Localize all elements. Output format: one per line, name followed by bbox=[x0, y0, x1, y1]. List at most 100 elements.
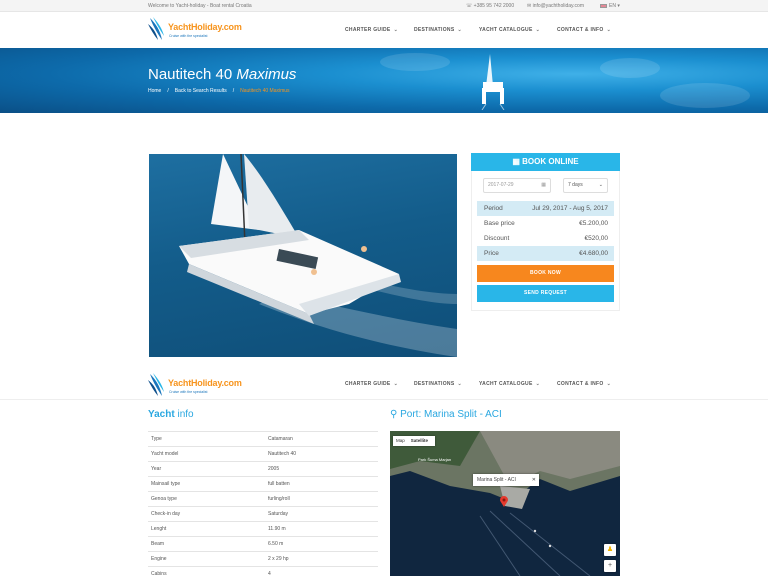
nav-label: YACHT CATALOGUE bbox=[479, 27, 533, 33]
row-label: Discount bbox=[484, 235, 510, 242]
discount-row: Discount €520,00 bbox=[477, 231, 614, 246]
top-bar: Welcome to Yacht-holiday - Boat rental C… bbox=[0, 0, 768, 12]
language-selector[interactable]: EN ▾ bbox=[600, 3, 620, 9]
satellite-button[interactable]: Satellite bbox=[408, 436, 431, 446]
chevron-down-icon: ⌄ bbox=[535, 381, 541, 387]
cell-key: Lenght bbox=[151, 526, 167, 532]
nav-contact-info[interactable]: CONTACT & INFO ⌄ bbox=[557, 27, 611, 33]
page-title: Nautitech 40 Maximus bbox=[148, 66, 296, 83]
breadcrumb-home[interactable]: Home bbox=[148, 88, 161, 94]
phone-icon: ☏ bbox=[466, 3, 474, 9]
yacht-photo[interactable] bbox=[149, 154, 457, 357]
catamaran-photo-illustration bbox=[179, 154, 457, 357]
wing-logo-icon bbox=[148, 373, 164, 396]
chevron-down-icon: ⌄ bbox=[606, 27, 612, 33]
cell-value: 2 x 29 hp bbox=[268, 556, 289, 562]
brand-name: YachtHoliday.com bbox=[168, 22, 242, 32]
chevron-down-icon: ⌄ bbox=[393, 381, 399, 387]
nav-label: YACHT CATALOGUE bbox=[479, 381, 533, 387]
cell-key: Genoa type bbox=[151, 496, 177, 502]
row-label: Base price bbox=[484, 220, 515, 227]
chevron-down-icon: ⌄ bbox=[598, 182, 603, 188]
row-label: Price bbox=[484, 250, 499, 257]
breadcrumb: Home / Back to Search Results / Nautitech 40… bbox=[148, 88, 290, 94]
catamaran-aerial-image bbox=[481, 54, 505, 110]
nav-label: CONTACT & INFO bbox=[557, 27, 604, 33]
breadcrumb-back[interactable]: Back to Search Results bbox=[175, 88, 227, 94]
row-value: Jul 29, 2017 - Aug 5, 2017 bbox=[532, 205, 608, 212]
map-place-label: Park Šuma Marjan bbox=[418, 457, 452, 462]
tooltip-text: Marina Split - ACI bbox=[477, 477, 516, 483]
cell-value: full batten bbox=[268, 481, 290, 487]
duration-select[interactable]: 7 days ⌄ bbox=[563, 178, 608, 193]
port-map[interactable]: Park Šuma Marjan bbox=[390, 431, 620, 576]
book-online-title: BOOK ONLINE bbox=[522, 157, 579, 166]
nav-destinations[interactable]: DESTINATIONS ⌄ bbox=[414, 27, 462, 33]
chevron-down-icon: ⌄ bbox=[457, 381, 462, 387]
email-address: info@yachtholiday.com bbox=[532, 3, 584, 9]
nav-label: DESTINATIONS bbox=[414, 381, 455, 387]
book-now-button[interactable]: BOOK NOW bbox=[477, 265, 614, 282]
breadcrumb-current: Nautitech 40 Maximus bbox=[240, 88, 290, 94]
chevron-down-icon: ⌄ bbox=[606, 381, 612, 387]
nav-yacht-catalogue[interactable]: YACHT CATALOGUE ⌄ bbox=[479, 381, 540, 387]
nav-yacht-catalogue[interactable]: YACHT CATALOGUE ⌄ bbox=[479, 27, 540, 33]
street-view-icon[interactable]: ♟ bbox=[604, 544, 616, 556]
table-row: Beam 6.50 m bbox=[148, 536, 378, 551]
nav-label: CHARTER GUIDE bbox=[345, 381, 391, 387]
calendar-icon: ▦ bbox=[541, 182, 546, 188]
chevron-down-icon: ⌄ bbox=[457, 27, 462, 33]
brand-name: YachtHoliday.com bbox=[168, 378, 242, 388]
table-row: Check-in day Saturday bbox=[148, 506, 378, 521]
zoom-in-button[interactable]: + bbox=[604, 560, 616, 572]
table-row: Mainsail type full batten bbox=[148, 476, 378, 491]
sticky-header: YachtHoliday.com Cruise with the special… bbox=[0, 370, 768, 400]
cell-key: Check-in day bbox=[151, 511, 181, 517]
language-label: EN bbox=[609, 3, 616, 9]
nav-label: DESTINATIONS bbox=[414, 27, 455, 33]
cell-key: Year bbox=[151, 466, 162, 472]
chevron-down-icon: ⌄ bbox=[535, 27, 541, 33]
title-model: Nautitech 40 bbox=[148, 66, 233, 83]
close-icon[interactable]: ✕ bbox=[532, 474, 536, 486]
start-date-field[interactable]: 2017-07-29 ▦ bbox=[483, 178, 551, 193]
email-link[interactable]: ✉ info@yachtholiday.com bbox=[527, 3, 584, 9]
brand-tagline: Cruise with the specialist bbox=[169, 34, 208, 38]
table-row: Type Catamaran bbox=[148, 431, 378, 446]
table-row: Cabins 4 bbox=[148, 566, 378, 581]
nav-contact-info[interactable]: CONTACT & INFO ⌄ bbox=[557, 381, 611, 387]
brand-tagline: Cruise with the specialist bbox=[169, 390, 208, 394]
welcome-text: Welcome to Yacht-holiday - Boat rental C… bbox=[148, 3, 252, 9]
nav-charter-guide[interactable]: CHARTER GUIDE ⌄ bbox=[345, 27, 398, 33]
row-value: €4.680,00 bbox=[579, 250, 608, 257]
cell-key: Engine bbox=[151, 556, 167, 562]
table-row: Year 2005 bbox=[148, 461, 378, 476]
phone-link[interactable]: ☏ +385 95 742 2000 bbox=[466, 3, 514, 9]
map-pin-icon bbox=[500, 496, 508, 507]
hero-banner: Nautitech 40 Maximus Home / Back to Search… bbox=[0, 48, 768, 113]
send-request-button[interactable]: SEND REQUEST bbox=[477, 285, 614, 302]
cell-key: Yacht model bbox=[151, 451, 179, 457]
logo[interactable]: YachtHoliday.com Cruise with the special… bbox=[148, 372, 248, 400]
map-tooltip: Marina Split - ACI ✕ bbox=[473, 474, 539, 486]
cell-value: Saturday bbox=[268, 511, 289, 517]
port-heading: ⚲ Port: Marina Split - ACI bbox=[390, 409, 502, 420]
main-header: YachtHoliday.com Cruise with the special… bbox=[0, 12, 768, 48]
nav-destinations[interactable]: DESTINATIONS ⌄ bbox=[414, 381, 462, 387]
duration-value: 7 days bbox=[568, 182, 583, 188]
cell-value: Catamaran bbox=[268, 436, 293, 442]
logo[interactable]: YachtHoliday.com Cruise with the special… bbox=[148, 16, 248, 44]
cell-value: Nautitech 40 bbox=[268, 451, 297, 457]
phone-number: +385 95 742 2000 bbox=[473, 3, 515, 9]
map-button[interactable]: Map bbox=[393, 436, 408, 446]
flag-icon bbox=[600, 3, 607, 8]
cell-key: Beam bbox=[151, 541, 165, 547]
cell-value: 6.50 m bbox=[268, 541, 284, 547]
cell-key: Cabins bbox=[151, 571, 167, 577]
cell-key: Mainsail type bbox=[151, 481, 181, 487]
port-title: Port: Marina Split - ACI bbox=[400, 409, 502, 420]
nav-charter-guide[interactable]: CHARTER GUIDE ⌄ bbox=[345, 381, 398, 387]
cell-value: 4 bbox=[268, 571, 271, 577]
title-yacht-name: Maximus bbox=[236, 66, 297, 83]
map-marker-icon: ⚲ bbox=[390, 409, 401, 420]
